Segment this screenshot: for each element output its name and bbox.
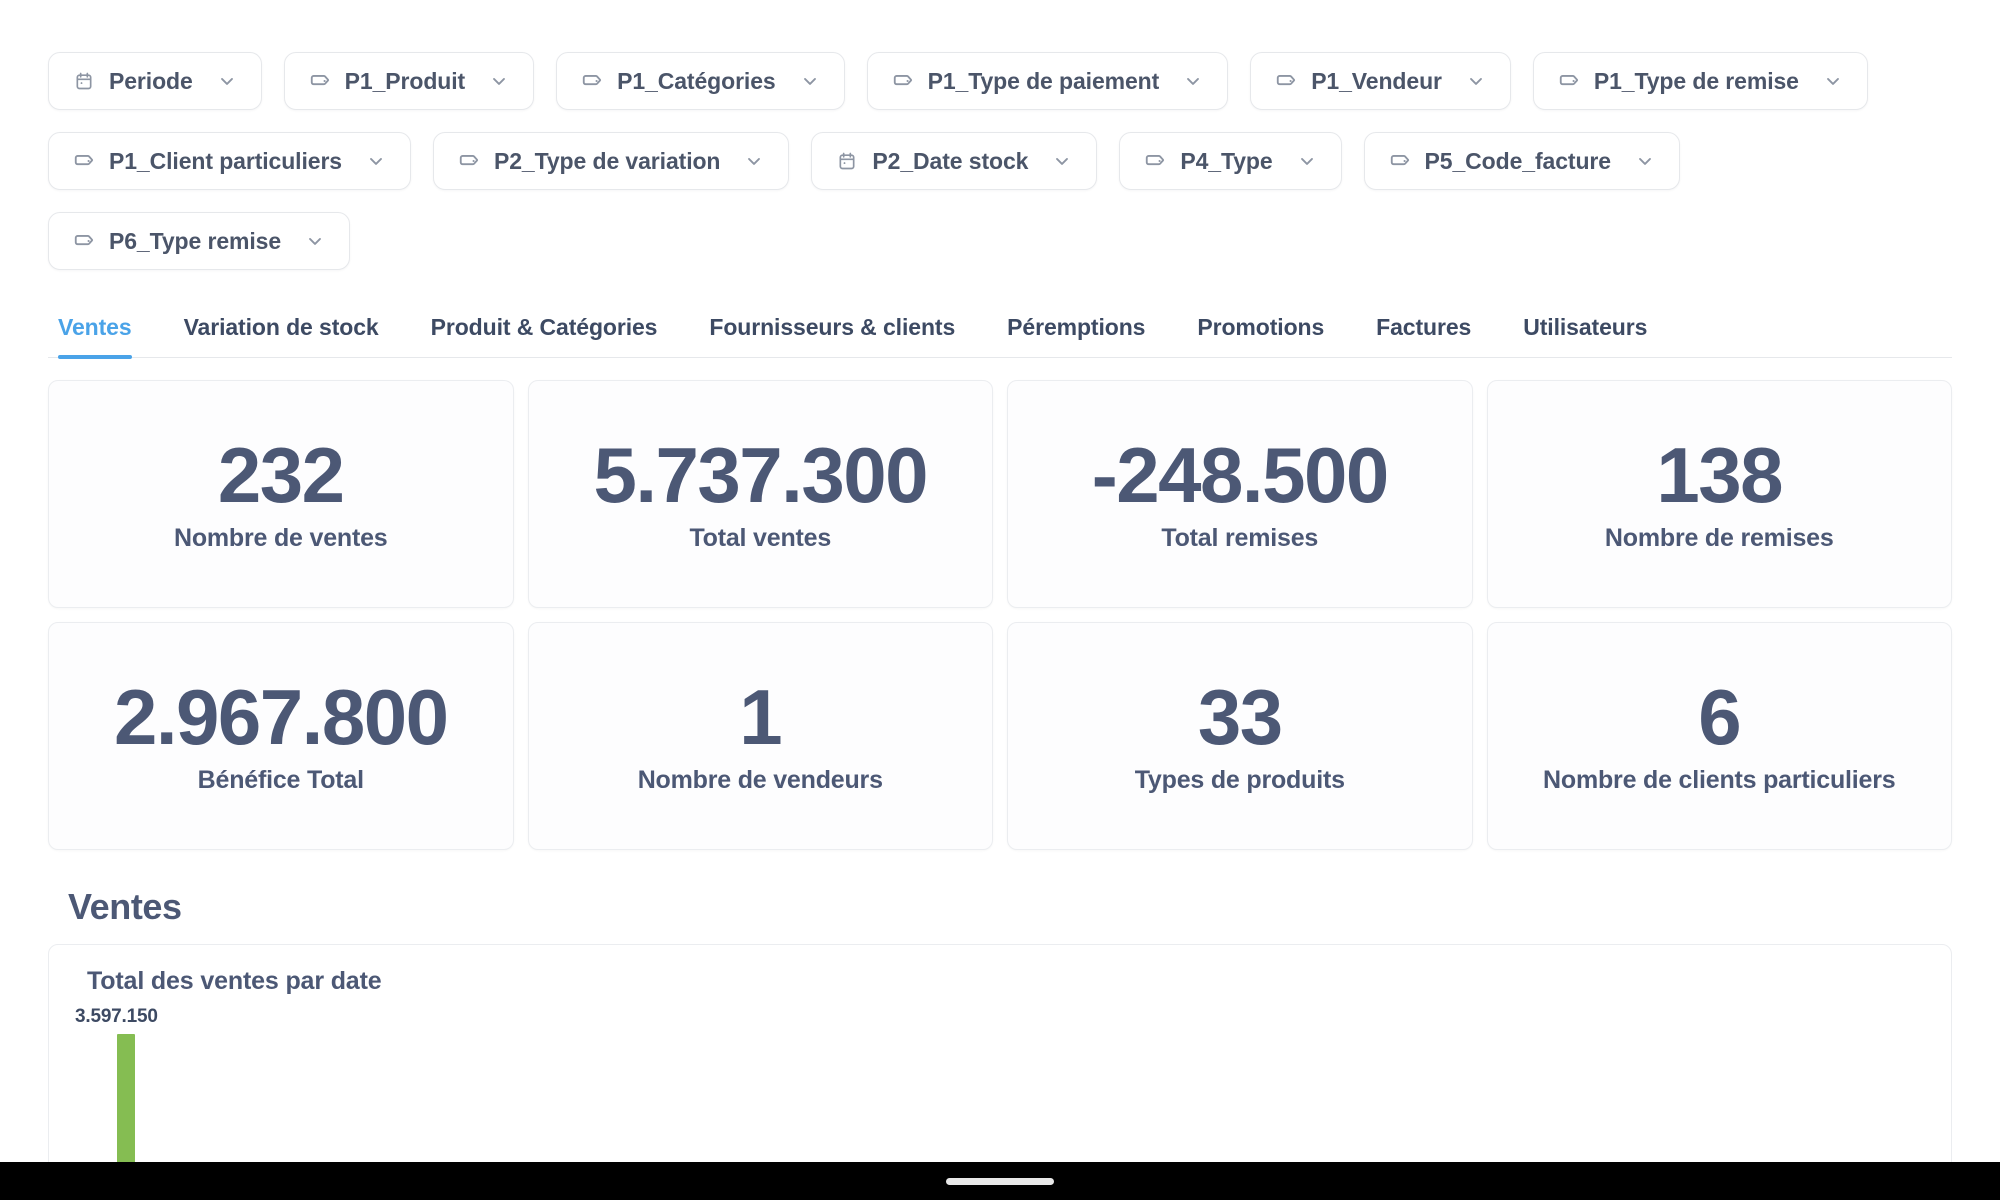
tabs-container: VentesVariation de stockProduit & Catégo… (0, 314, 2000, 358)
filter-pill-label: P6_Type remise (109, 228, 281, 255)
kpi-card[interactable]: 2.967.800 Bénéfice Total (48, 622, 514, 850)
filter-pill-label: P5_Code_facture (1425, 148, 1611, 175)
filter-pill-p6-type-remise[interactable]: P6_Type remise (48, 212, 350, 270)
tab-list: VentesVariation de stockProduit & Catégo… (48, 314, 1952, 358)
tab-factures[interactable]: Factures (1350, 314, 1497, 357)
bar-value-label: 3.597.150 (75, 1006, 158, 1028)
tag-icon (458, 150, 480, 172)
filter-pill-label: P1_Catégories (617, 68, 776, 95)
kpi-value: 2.967.800 (114, 677, 448, 759)
kpi-card[interactable]: 138 Nombre de remises (1487, 380, 1953, 608)
kpi-label: Total remises (1161, 524, 1318, 553)
calendar-icon (836, 150, 858, 172)
tab-promotions[interactable]: Promotions (1171, 314, 1350, 357)
chevron-down-icon[interactable] (1823, 71, 1843, 91)
filter-pill-p1-vendeur[interactable]: P1_Vendeur (1250, 52, 1511, 110)
kpi-grid: 232 Nombre de ventes 5.737.300 Total ventes… (0, 380, 2000, 850)
filter-pill-p1-type-de-paiement[interactable]: P1_Type de paiement (867, 52, 1229, 110)
section-title: Ventes (68, 886, 1952, 928)
tag-icon (1144, 150, 1166, 172)
kpi-card[interactable]: 33 Types de produits (1007, 622, 1473, 850)
chevron-down-icon[interactable] (366, 151, 386, 171)
tab-produit-cat-gories[interactable]: Produit & Catégories (405, 314, 684, 357)
filter-pill-p1-produit[interactable]: P1_Produit (284, 52, 534, 110)
tag-icon (73, 150, 95, 172)
tag-icon (73, 230, 95, 252)
tag-icon (1558, 70, 1580, 92)
filter-pill-label: Periode (109, 68, 193, 95)
tag-icon (581, 70, 603, 92)
filter-pill-label: P2_Date stock (872, 148, 1028, 175)
kpi-value: 138 (1656, 435, 1782, 517)
kpi-value: 232 (218, 435, 344, 517)
chevron-down-icon[interactable] (217, 71, 237, 91)
dashboard-screen: Periode P1_Produit P1_Catégories P1_Type de… (0, 0, 2000, 1200)
device-bottom-bar (0, 1162, 2000, 1200)
filter-pill-label: P1_Type de paiement (928, 68, 1160, 95)
tab-fournisseurs-clients[interactable]: Fournisseurs & clients (683, 314, 981, 357)
chevron-down-icon[interactable] (1635, 151, 1655, 171)
filter-pill-p2-date-stock[interactable]: P2_Date stock (811, 132, 1097, 190)
kpi-card[interactable]: 1 Nombre de vendeurs (528, 622, 994, 850)
filter-pill-p4-type[interactable]: P4_Type (1119, 132, 1341, 190)
filter-pill-label: P4_Type (1180, 148, 1272, 175)
kpi-label: Total ventes (689, 524, 831, 553)
chart-title: Total des ventes par date (87, 967, 1925, 996)
kpi-card[interactable]: 5.737.300 Total ventes (528, 380, 994, 608)
kpi-value: 1 (739, 677, 781, 759)
filter-pill-label: P1_Vendeur (1311, 68, 1442, 95)
kpi-label: Nombre de remises (1605, 524, 1834, 553)
tab-utilisateurs[interactable]: Utilisateurs (1497, 314, 1673, 357)
kpi-value: 5.737.300 (593, 435, 927, 517)
kpi-card[interactable]: 6 Nombre de clients particuliers (1487, 622, 1953, 850)
filter-pill-label: P1_Produit (345, 68, 465, 95)
chevron-down-icon[interactable] (305, 231, 325, 251)
kpi-value: 33 (1198, 677, 1282, 759)
filter-pill-label: P1_Type de remise (1594, 68, 1799, 95)
filter-pill-p5-code-facture[interactable]: P5_Code_facture (1364, 132, 1680, 190)
kpi-value: -248.500 (1092, 435, 1388, 517)
filter-pill-p1-type-de-remise[interactable]: P1_Type de remise (1533, 52, 1868, 110)
kpi-label: Bénéfice Total (198, 766, 364, 795)
tag-icon (892, 70, 914, 92)
kpi-label: Nombre de vendeurs (638, 766, 883, 795)
chevron-down-icon[interactable] (1052, 151, 1072, 171)
tag-icon (1275, 70, 1297, 92)
kpi-label: Types de produits (1135, 766, 1345, 795)
filter-bar: Periode P1_Produit P1_Catégories P1_Type de… (0, 0, 2000, 270)
chevron-down-icon[interactable] (1297, 151, 1317, 171)
tab-p-remptions[interactable]: Péremptions (981, 314, 1171, 357)
chevron-down-icon[interactable] (1183, 71, 1203, 91)
tag-icon (309, 70, 331, 92)
filter-pill-p1-client-particuliers[interactable]: P1_Client particuliers (48, 132, 411, 190)
kpi-value: 6 (1698, 677, 1740, 759)
tab-variation-de-stock[interactable]: Variation de stock (158, 314, 405, 357)
home-indicator[interactable] (946, 1178, 1054, 1185)
tag-icon (1389, 150, 1411, 172)
calendar-icon (73, 70, 95, 92)
filter-pill-label: P2_Type de variation (494, 148, 720, 175)
filter-pill-periode[interactable]: Periode (48, 52, 262, 110)
kpi-label: Nombre de ventes (174, 524, 388, 553)
chevron-down-icon[interactable] (744, 151, 764, 171)
chevron-down-icon[interactable] (489, 71, 509, 91)
tab-ventes[interactable]: Ventes (48, 314, 158, 357)
filter-pill-label: P1_Client particuliers (109, 148, 342, 175)
filter-pill-p2-type-de-variation[interactable]: P2_Type de variation (433, 132, 789, 190)
chart-plot-area: 3.597.150 (75, 1006, 1925, 1156)
filter-pill-p1-cat-gories[interactable]: P1_Catégories (556, 52, 845, 110)
chevron-down-icon[interactable] (1466, 71, 1486, 91)
chevron-down-icon[interactable] (800, 71, 820, 91)
kpi-card[interactable]: -248.500 Total remises (1007, 380, 1473, 608)
kpi-label: Nombre de clients particuliers (1543, 766, 1895, 795)
kpi-card[interactable]: 232 Nombre de ventes (48, 380, 514, 608)
